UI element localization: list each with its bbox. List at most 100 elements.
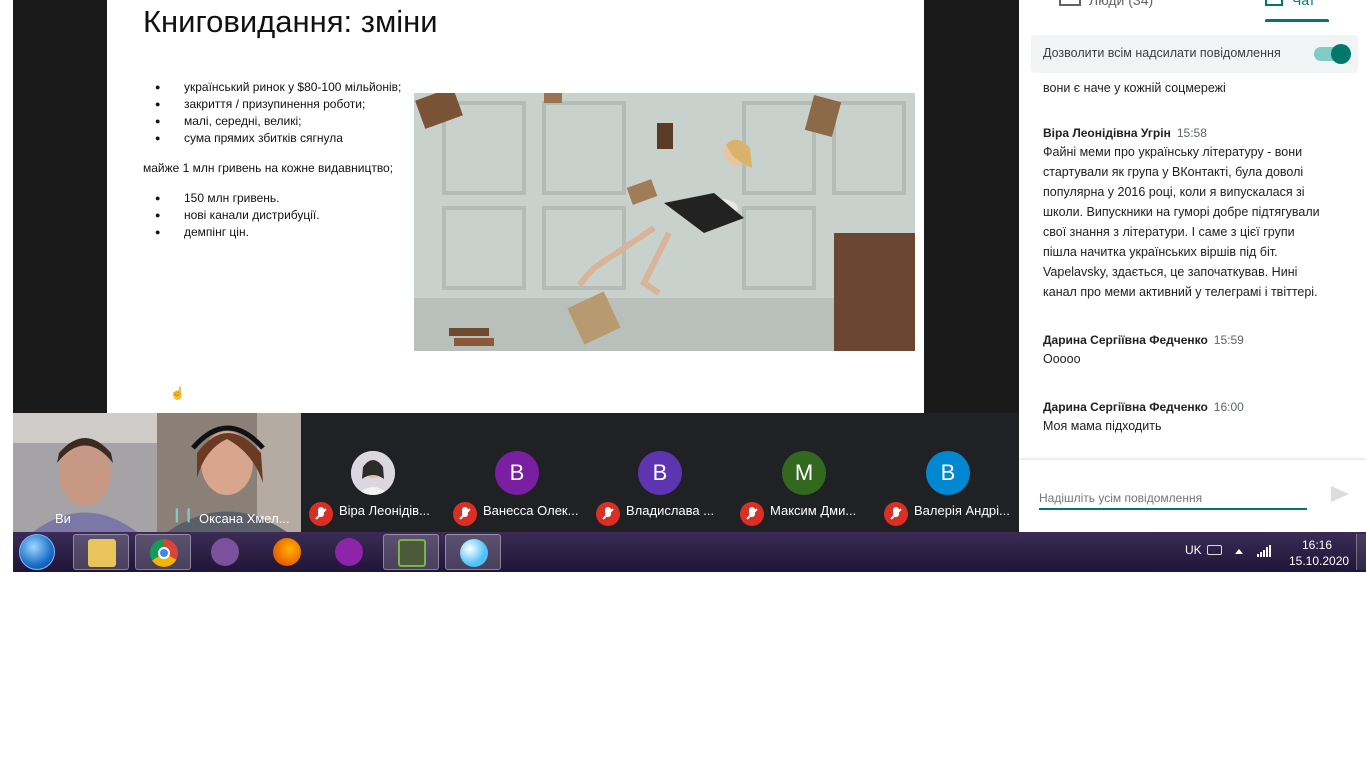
slide-bullet: закриття / призупинення роботи; [155,96,401,113]
monitor-icon [398,539,426,567]
chrome-icon [150,539,178,567]
chat-message-text: вони є наче у кожній соцмережі [1043,81,1226,95]
participant-name: Максим Дми... [770,503,857,518]
speaker-video-tile[interactable]: Оксана Хмел... ❙❙ [157,413,301,532]
chat-messages: вони є наче у кожній соцмережі Віра Леон… [1043,78,1363,460]
viber-icon [211,538,239,566]
mic-off-icon [740,502,764,526]
screen: Книговидання: зміни український ринок у … [13,0,1366,572]
participant-tile[interactable]: В Владислава ... [588,413,731,532]
mic-off-icon [309,502,333,526]
allow-all-messages-label: Дозволити всім надсилати повідомлення [1043,46,1281,60]
speaking-indicator-icon: ❙❙ [171,506,195,522]
participant-name: Валерія Андрі... [914,503,1010,518]
taskbar-chrome[interactable] [135,534,191,570]
taskbar-firefox[interactable] [259,534,315,570]
chat-message-input[interactable] [1039,488,1307,510]
chat-message-time: 15:58 [1176,126,1207,140]
chat-message-time: 16:00 [1213,400,1244,414]
chat-message: Дарина Сергіївна Федченко 15:59 Ооооо [1043,331,1359,369]
chat-message-line: популярна у 2016 році, коли я випускалас… [1043,185,1305,199]
participant-avatar: В [926,451,970,495]
chat-message-line: Моя мама підходить [1043,419,1162,433]
slide-title: Книговидання: зміни [143,4,438,39]
mic-off-icon [884,502,908,526]
show-desktop-button[interactable] [1356,534,1366,570]
tray-language[interactable]: UK [1185,543,1202,557]
participant-name: Ванесса Олек... [483,503,579,518]
mic-off-icon [453,502,477,526]
presentation-stage: Книговидання: зміни український ринок у … [13,0,1019,413]
tray-clock[interactable]: 16:16 15.10.2020 [1289,537,1350,569]
slide-bullet-list: український ринок у $80-100 мільйонів; з… [155,79,401,147]
chat-message-line: канал про меми активний у телеграмі і тв… [1043,285,1318,299]
participant-tile[interactable]: В Валерія Андрі... [876,413,1019,532]
mic-off-icon [596,502,620,526]
chat-message-sender: Віра Леонідівна Угрін [1043,126,1171,140]
participant-photo [351,451,395,495]
slide-bullet-list: 150 млн гривень. нові канали дистрибуції… [155,190,320,241]
participant-tile[interactable]: Віра Леонідів... [301,413,444,532]
participant-avatar: М [782,451,826,495]
participant-avatar: В [638,451,682,495]
slide-bullet: український ринок у $80-100 мільйонів; [155,79,401,96]
taskbar-podcast[interactable] [321,534,377,570]
tab-people[interactable]: Люди (34) [1089,0,1153,8]
speaker-name: Оксана Хмел... [199,511,290,526]
chat-message-sender: Дарина Сергіївна Федченко [1043,400,1208,414]
taskbar: UK 16:16 15.10.2020 [13,532,1366,572]
chat-input-area [1019,460,1366,532]
active-tab-indicator [1265,19,1329,22]
participant-tile[interactable]: М Максим Дми... [732,413,875,532]
chat-tabs: Люди (34) Чат [1019,0,1366,22]
participant-avatar: В [495,451,539,495]
show-hidden-icons-icon[interactable] [1235,549,1243,554]
chat-message: Дарина Сергіївна Федченко 16:00 Моя мама … [1043,398,1359,436]
clock-date: 15.10.2020 [1289,554,1350,568]
participant-strip: Ви Оксана Хмел... ❙❙ Віра Леонідів... В … [13,413,1019,532]
start-button[interactable] [19,534,55,570]
taskbar-monitor[interactable] [383,534,439,570]
slide: Книговидання: зміни український ринок у … [107,0,924,413]
folder-icon [88,539,116,567]
tab-chat[interactable]: Чат [1292,0,1315,8]
self-video-tile[interactable]: Ви [13,413,157,532]
chat-message-line: Ооооо [1043,352,1081,366]
hand-cursor-icon: ☝ [170,386,185,400]
allow-all-messages-row: Дозволити всім надсилати повідомлення [1031,35,1358,73]
chat-message-line: свої знання з літератури. І саме з цієї … [1043,225,1295,239]
send-icon[interactable] [1331,486,1349,502]
allow-all-messages-toggle[interactable] [1314,44,1351,64]
chat-message-line: Vapelavsky, здається, це започаткував. Н… [1043,265,1298,279]
chat-message: Віра Леонідівна Угрін 15:58 Файні меми пр… [1043,124,1359,302]
chat-message-sender: Дарина Сергіївна Федченко [1043,333,1208,347]
participant-avatar [351,451,395,495]
taskbar-viber[interactable] [197,534,253,570]
taskbar-paint[interactable] [445,534,501,570]
taskbar-explorer[interactable] [73,534,129,570]
clock-time: 16:16 [1301,538,1333,552]
participant-name: Владислава ... [626,503,715,518]
chat-message-line: Файні меми про українську літературу - в… [1043,145,1303,159]
slide-bullet: 150 млн гривень. [155,190,320,207]
chat-message-line: пішла начитка українських віршів під біт… [1043,245,1278,259]
slide-bullet: нові канали дистрибуції. [155,207,320,224]
participant-name: Віра Леонідів... [339,503,430,518]
podcast-icon [335,538,363,566]
keyboard-icon[interactable] [1207,545,1222,555]
self-video-feed [13,413,157,532]
slide-bullet: малі, середні, великі; [155,113,401,130]
participant-tile[interactable]: В Ванесса Олек... [445,413,588,532]
slide-bullet: демпінг цін. [155,224,320,241]
slide-bullet: сума прямих збитків сягнула [155,130,401,147]
chat-message-time: 15:59 [1213,333,1244,347]
firefox-icon [273,538,301,566]
chat-panel: Люди (34) Чат Дозволити всім надсилати п… [1019,0,1366,532]
self-name: Ви [55,511,71,526]
chat-icon [1265,0,1283,6]
paint-icon [460,539,488,567]
people-icon [1059,0,1081,6]
network-signal-icon[interactable] [1257,545,1271,557]
slide-paragraph: майже 1 млн гривень на кожне видавництво… [143,161,394,175]
slide-photo-floating-woman [414,93,915,351]
